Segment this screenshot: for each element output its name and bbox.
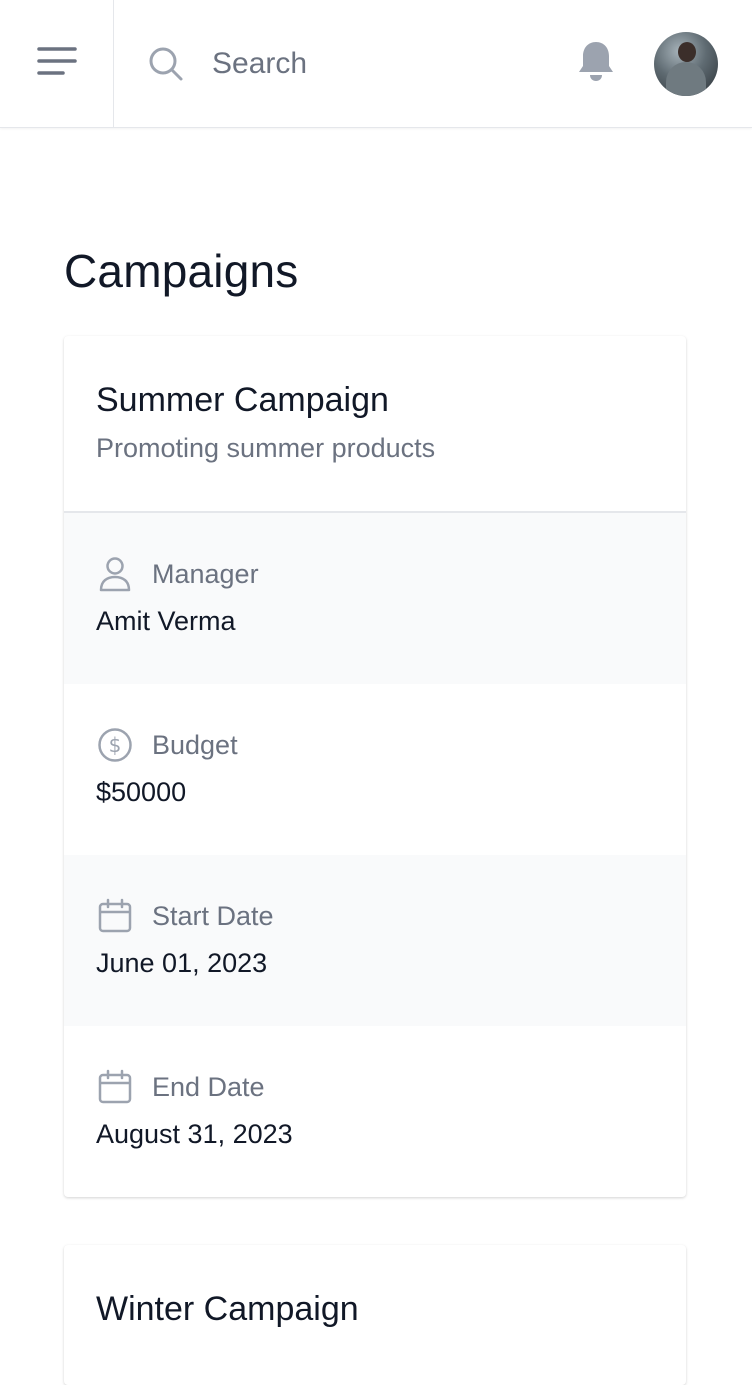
search-icon [148, 46, 184, 82]
field-start-date: Start Date June 01, 2023 [64, 855, 686, 1026]
search-input[interactable] [210, 45, 540, 82]
field-value: June 01, 2023 [96, 948, 268, 978]
field-end-date: End Date August 31, 2023 [64, 1026, 686, 1197]
campaign-name: Winter Campaign [96, 1290, 359, 1328]
campaign-card[interactable]: Winter Campaign [64, 1245, 686, 1385]
calendar-icon [96, 1068, 134, 1106]
menu-button[interactable] [0, 0, 114, 128]
field-budget: $ Budget $50000 [64, 684, 686, 855]
field-manager: Manager Amit Verma [64, 513, 686, 684]
field-label: Budget [152, 729, 238, 760]
campaign-name: Summer Campaign [96, 381, 389, 419]
field-label: Start Date [152, 900, 274, 931]
field-label: End Date [152, 1071, 265, 1102]
page-title: Campaigns [64, 245, 299, 297]
user-icon [96, 555, 134, 593]
field-value: August 31, 2023 [96, 1119, 293, 1149]
campaign-card-header: Summer Campaign Promoting summer product… [64, 336, 686, 513]
field-label: Manager [152, 558, 259, 589]
search-bar [114, 0, 576, 128]
campaign-card-header: Winter Campaign [64, 1245, 686, 1385]
bell-icon [576, 39, 616, 88]
top-bar [0, 0, 752, 128]
svg-text:$: $ [109, 733, 122, 757]
menu-icon [36, 46, 77, 81]
dollar-icon: $ [96, 726, 134, 764]
campaign-description: Promoting summer products [96, 433, 436, 463]
campaign-card[interactable]: Summer Campaign Promoting summer product… [64, 336, 686, 1197]
user-avatar[interactable] [654, 31, 718, 96]
field-value: $50000 [96, 777, 187, 807]
avatar-body [666, 61, 706, 96]
avatar-head [678, 41, 696, 62]
field-value: Amit Verma [96, 606, 236, 636]
calendar-icon [96, 897, 134, 935]
notifications-button[interactable] [576, 42, 616, 86]
